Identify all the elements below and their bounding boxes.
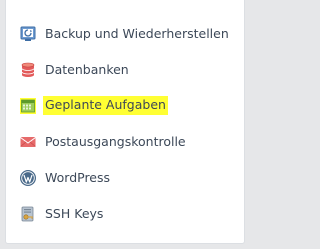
- ssh-key-icon: [21, 206, 34, 222]
- menu-item-backup[interactable]: Backup und Wiederherstellen: [6, 15, 244, 51]
- menu-item-label: Backup und Wiederherstellen: [45, 26, 229, 41]
- menu-item-scheduled-tasks[interactable]: Geplante Aufgaben: [6, 87, 244, 123]
- envelope-icon: [20, 137, 36, 147]
- menu-item-ssh-keys[interactable]: SSH Keys: [6, 195, 244, 231]
- database-icon: [21, 62, 35, 77]
- tools-menu-panel: Backup und Wiederherstellen Datenbanken: [5, 0, 245, 244]
- menu-item-label: WordPress: [45, 170, 111, 185]
- menu-item-label: Geplante Aufgaben: [43, 96, 168, 115]
- backup-restore-icon: [20, 26, 36, 41]
- menu-item-label: SSH Keys: [45, 206, 104, 221]
- menu-item-outgoing-mail-control[interactable]: Postausgangskontrolle: [6, 123, 244, 159]
- calendar-icon: [20, 98, 36, 114]
- menu-item-label: Postausgangskontrolle: [45, 134, 186, 149]
- menu-item-databases[interactable]: Datenbanken: [6, 51, 244, 87]
- menu-item-wordpress[interactable]: WordPress: [6, 159, 244, 195]
- menu-item-label: Datenbanken: [45, 62, 129, 77]
- wordpress-icon: [20, 170, 36, 186]
